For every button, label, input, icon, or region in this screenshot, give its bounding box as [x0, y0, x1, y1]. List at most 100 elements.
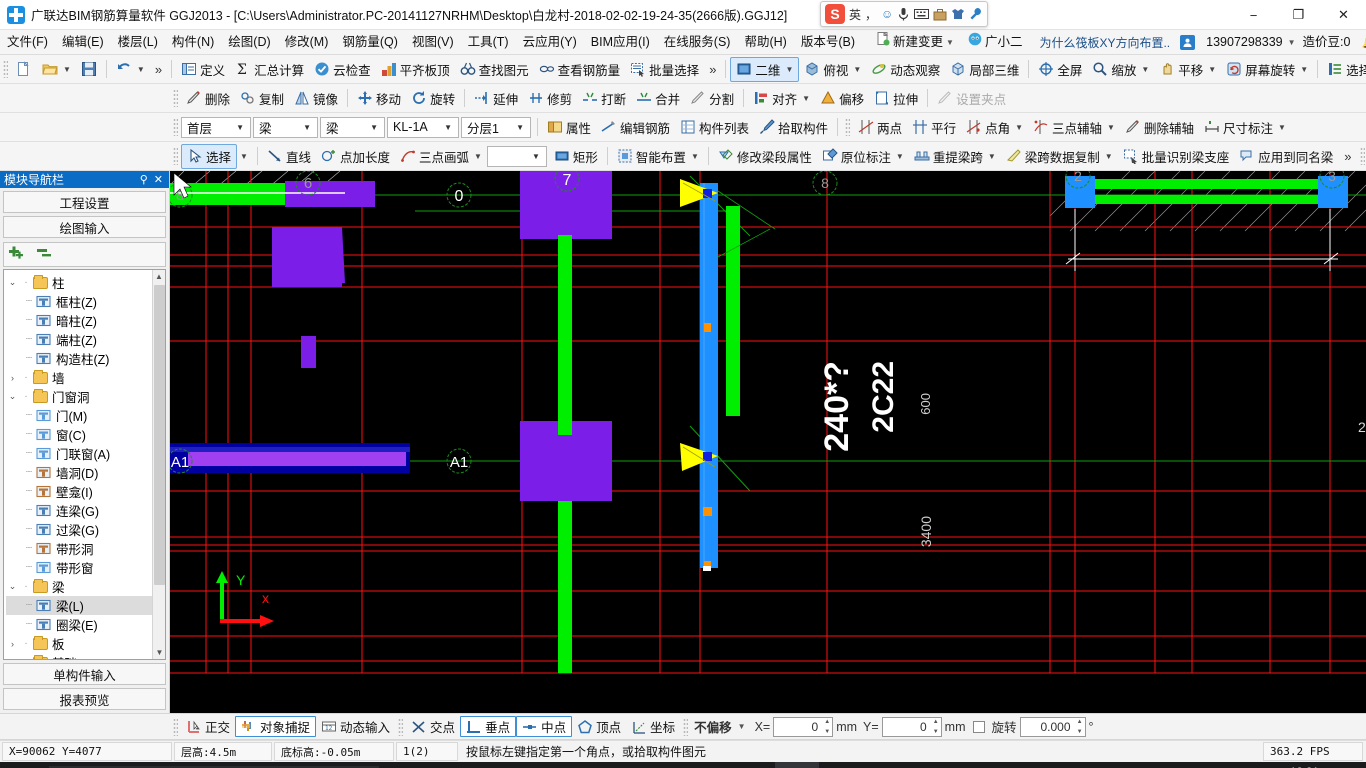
select-tool-button[interactable]: 选择 — [181, 143, 238, 169]
dimension-button[interactable]: 尺寸标注 ▼ — [1199, 115, 1291, 140]
close-button[interactable]: ✕ — [1321, 0, 1366, 30]
menu-new-change[interactable]: 新建变更 ▼ — [870, 30, 961, 55]
tree-item-窗c[interactable]: ┈ 窗(C) — [6, 425, 165, 444]
break-button[interactable]: 打断 — [577, 86, 631, 111]
open-file-button[interactable]: ▼ — [37, 57, 76, 82]
maximize-button[interactable]: ❐ — [1276, 0, 1321, 30]
x-spinner-icon[interactable]: ▲ ▼ — [824, 719, 830, 735]
component-tree[interactable]: ⌄ · 柱 ┈ 框柱(Z) ┈ 暗柱(Z) ┈ 端柱(Z) ┈ 构造柱(Z) › · 墙 ⌄ · 门窗洞 ┈ 门(M… — [3, 269, 166, 660]
start-button[interactable] — [0, 762, 48, 768]
tree-item-壁龛i[interactable]: ┈ 壁龛(I) — [6, 482, 165, 501]
app-spiral-icon[interactable] — [511, 762, 555, 768]
tree-item-梁l[interactable]: ┈ 梁(L) — [6, 596, 165, 615]
tree-item-门窗洞[interactable]: ⌄ · 门窗洞 — [6, 387, 165, 406]
app-ggj-icon[interactable] — [775, 762, 819, 768]
delete-button[interactable]: 删除 — [181, 86, 235, 111]
pan-button[interactable]: 平移 ▼ — [1154, 57, 1221, 82]
chevron-down-icon[interactable]: ⌄ — [6, 391, 19, 402]
ime-toolbox-icon[interactable] — [933, 8, 947, 21]
subcategory-combo[interactable]: 梁 ▼ — [320, 116, 385, 138]
rect-tool-button[interactable]: 矩形 — [549, 144, 603, 169]
tree-item-圈梁e[interactable]: ┈ 圈梁(E) — [6, 615, 165, 634]
menu-rebar-quantity[interactable]: 钢筋量(Q) — [335, 30, 405, 55]
rotate-spinner-icon[interactable]: ▲ ▼ — [1077, 719, 1083, 735]
pick-component-button[interactable]: 拾取构件 — [754, 115, 833, 140]
category-chevron-icon[interactable]: ▼ — [299, 123, 315, 132]
menu-bim-app[interactable]: BIM应用(I) — [584, 30, 657, 55]
app-edge-icon[interactable] — [555, 762, 599, 768]
tree-item-柱[interactable]: ⌄ · 柱 — [6, 273, 165, 292]
app-explorer-icon[interactable] — [643, 762, 687, 768]
notification-icon[interactable] — [1338, 762, 1364, 768]
dynamic-orbit-button[interactable]: 动态观察 — [866, 57, 945, 82]
re-extract-span-chevron-icon[interactable]: ▼ — [988, 152, 996, 161]
tray-expand-chevron-icon[interactable]: ⌃ — [1072, 762, 1094, 768]
copy-button[interactable]: 复制 — [235, 86, 289, 111]
extend-button[interactable]: 延伸 — [469, 86, 523, 111]
app-ie-old-icon[interactable]: e — [467, 762, 511, 768]
account-number[interactable]: 13907298339 — [1199, 30, 1284, 55]
stretch-button[interactable]: 拉伸 — [869, 86, 923, 111]
find-element-button[interactable]: 查找图元 — [455, 57, 534, 82]
trim-button[interactable]: 修剪 — [523, 86, 577, 111]
sogou-tray-icon[interactable]: S — [1242, 762, 1271, 768]
chevron-right-icon[interactable]: › — [6, 639, 19, 649]
remove-icon[interactable] — [36, 245, 56, 264]
layer-chevron-icon[interactable]: ▼ — [512, 123, 528, 132]
tree-item-带形窗[interactable]: ┈ 带形窗 — [6, 558, 165, 577]
menu-floor[interactable]: 楼层(L) — [111, 30, 165, 55]
tree-scroll-thumb[interactable] — [154, 285, 165, 585]
drawing-input-button[interactable]: 绘图输入 — [3, 216, 166, 238]
open-file-chevron-icon[interactable]: ▼ — [63, 65, 71, 74]
edit-rebar-button[interactable]: 编辑钢筋 — [596, 115, 675, 140]
mirror-button[interactable]: 镜像 — [289, 86, 343, 111]
ime-mic-icon[interactable] — [897, 7, 910, 22]
chevron-down-icon[interactable]: ⌄ — [6, 277, 19, 288]
parallel-axis-button[interactable]: 平行 — [907, 115, 961, 140]
undo-button[interactable]: ▼ — [111, 57, 150, 82]
ortho-button[interactable]: 正交 — [181, 716, 235, 737]
axis-toolbar-grip[interactable] — [845, 118, 851, 136]
ime-emoji-icon[interactable]: ☺ — [881, 7, 893, 21]
intersection-snap-button[interactable]: 交点 — [406, 716, 460, 737]
midpoint-snap-button[interactable]: 中点 — [516, 716, 573, 737]
select-floor-button[interactable]: 选择楼层 — [1322, 57, 1366, 82]
subcategory-chevron-icon[interactable]: ▼ — [366, 123, 382, 132]
menu-draw[interactable]: 绘图(D) — [221, 30, 277, 55]
task-view-icon[interactable] — [379, 762, 423, 768]
menu-online-service[interactable]: 在线服务(S) — [657, 30, 738, 55]
screen-rotate-chevron-icon[interactable]: ▼ — [1300, 65, 1308, 74]
chevron-down-icon[interactable]: ⌄ — [6, 657, 19, 659]
keyboard-icon[interactable] — [1186, 762, 1218, 768]
tree-item-梁[interactable]: ⌄ · 梁 — [6, 577, 165, 596]
draw-toolbar-grip[interactable] — [173, 147, 178, 165]
tree-item-连梁g[interactable]: ┈ 连梁(G) — [6, 501, 165, 520]
bell-icon[interactable]: 🔔 — [1357, 34, 1366, 50]
account-chevron-icon[interactable]: ▼ — [1288, 38, 1296, 47]
rotate-input[interactable]: 0.000 ▲ ▼ — [1019, 716, 1086, 737]
component-toolbar-grip[interactable] — [173, 118, 178, 136]
menu-tools[interactable]: 工具(T) — [461, 30, 516, 55]
top-view-button[interactable]: 俯视 ▼ — [799, 57, 866, 82]
floor-combo[interactable]: 首层 ▼ — [181, 116, 251, 138]
category-combo[interactable]: 梁 ▼ — [253, 116, 318, 138]
menu-modify[interactable]: 修改(M) — [278, 30, 336, 55]
panel-close-icon[interactable]: ✕ — [154, 173, 163, 186]
app-notes-icon[interactable] — [819, 762, 863, 768]
x-offset-input[interactable]: 0 ▲ ▼ — [773, 716, 834, 737]
perpendicular-snap-button[interactable]: 垂点 — [460, 716, 517, 737]
smart-layout-button[interactable]: 智能布置 ▼ — [612, 144, 704, 169]
three-point-arc-chevron-icon[interactable]: ▼ — [474, 152, 482, 161]
span-data-copy-button[interactable]: 梁跨数据复制 ▼ — [1001, 144, 1118, 169]
offset-mode-chevron-icon[interactable]: ▼ — [738, 722, 752, 731]
tree-item-墙[interactable]: › · 墙 — [6, 368, 165, 387]
snap-grip-2[interactable] — [398, 717, 404, 736]
sogou-logo-icon[interactable]: S — [825, 4, 845, 24]
offset-mode-label[interactable]: 不偏移 — [691, 717, 735, 736]
draw-toolbar-overflow[interactable]: » — [1338, 149, 1357, 164]
minimize-button[interactable]: − — [1231, 0, 1276, 30]
screen-rotate-button[interactable]: 屏幕旋转 ▼ — [1221, 57, 1313, 82]
apply-same-beam-button[interactable]: 应用到同名梁 — [1234, 144, 1338, 169]
three-point-axis-chevron-icon[interactable]: ▼ — [1107, 123, 1115, 132]
single-component-input-button[interactable]: 单构件输入 — [3, 663, 166, 685]
